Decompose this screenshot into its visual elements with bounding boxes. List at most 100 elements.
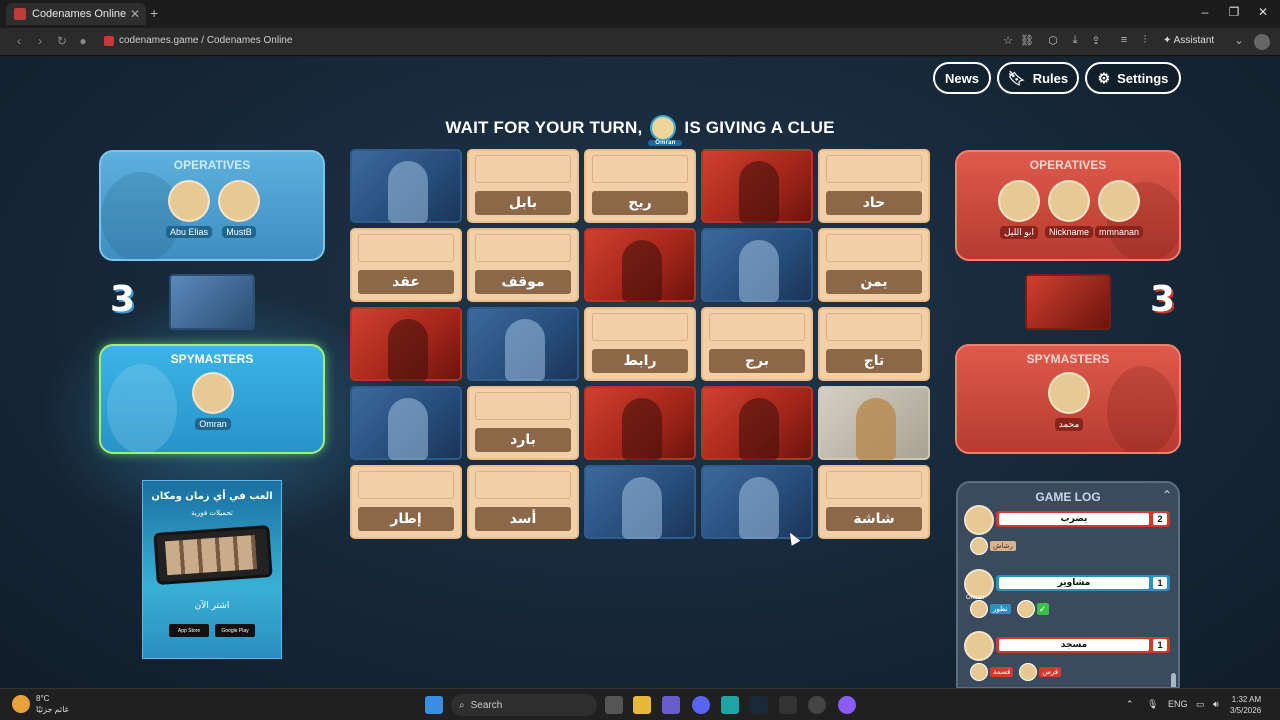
card-frame bbox=[358, 234, 454, 262]
capcut-icon[interactable] bbox=[779, 696, 797, 714]
restore-button[interactable]: ❐ bbox=[1227, 5, 1241, 19]
clue-word: يضرب bbox=[999, 513, 1149, 525]
log-scrollbar[interactable] bbox=[1171, 673, 1176, 687]
share-icon[interactable]: ⇪ bbox=[1089, 34, 1103, 47]
word-card[interactable]: أسد bbox=[467, 465, 579, 539]
player-name: MustB bbox=[222, 226, 256, 238]
mic-icon[interactable]: ● bbox=[76, 34, 90, 48]
profile-avatar[interactable] bbox=[1254, 34, 1270, 50]
revealed-card-blue[interactable] bbox=[350, 386, 462, 460]
rules-button[interactable]: 🔖︎ Rules bbox=[997, 62, 1079, 94]
log-entry: مسجد 1 bbox=[964, 631, 1172, 661]
ad-subtitle: تحميلات فورية bbox=[191, 509, 233, 517]
red-spymaster-silhouette bbox=[1107, 366, 1177, 452]
avatar bbox=[1048, 180, 1090, 222]
revealed-card-blue[interactable] bbox=[584, 465, 696, 539]
extensions-icon[interactable]: ⬡ bbox=[1046, 34, 1060, 47]
assistant-button[interactable]: ✦ Assistant bbox=[1163, 35, 1214, 46]
gear-icon: ⚙ bbox=[1097, 69, 1111, 86]
menu-lines-icon[interactable]: ≡ bbox=[1117, 34, 1131, 46]
close-tab-icon[interactable]: ✕ bbox=[130, 7, 140, 21]
avatar bbox=[1098, 180, 1140, 222]
word-card[interactable]: عقد bbox=[350, 228, 462, 302]
word-card[interactable]: بارد bbox=[467, 386, 579, 460]
close-window-button[interactable]: ✕ bbox=[1256, 5, 1270, 19]
revealed-card-red[interactable] bbox=[701, 149, 813, 223]
rules-label: Rules bbox=[1032, 70, 1069, 86]
forward-icon[interactable]: › bbox=[33, 34, 47, 48]
url-field[interactable]: codenames.game / Codenames Online bbox=[104, 35, 292, 46]
guess-word: فرس bbox=[1039, 667, 1062, 677]
volume-icon[interactable]: 🔊︎ bbox=[1213, 699, 1219, 710]
revealed-card-red[interactable] bbox=[584, 228, 696, 302]
windows-start-icon[interactable] bbox=[425, 696, 443, 714]
card-frame bbox=[826, 234, 922, 262]
browser-icon[interactable] bbox=[721, 696, 739, 714]
card-frame bbox=[475, 234, 571, 262]
revealed-card-red[interactable] bbox=[584, 386, 696, 460]
taskbar-search[interactable]: ⌕ Search bbox=[451, 694, 597, 716]
tab-title: Codenames Online bbox=[32, 8, 127, 20]
red-operative-3: mmnanan bbox=[1091, 180, 1147, 240]
browser-tab[interactable]: Codenames Online ✕ bbox=[6, 3, 146, 25]
google-play-badge[interactable]: Google Play bbox=[215, 624, 255, 637]
weather-widget[interactable]: 8°C غائم جزئيًا bbox=[12, 693, 69, 715]
revealed-card-blue[interactable] bbox=[467, 307, 579, 381]
minimize-button[interactable]: – bbox=[1198, 5, 1212, 19]
ad-headline: العب في أي زمان ومكان bbox=[151, 491, 273, 502]
word-card[interactable]: حاد bbox=[818, 149, 930, 223]
word-card[interactable]: شاشة bbox=[818, 465, 930, 539]
network-icon[interactable]: ▭ bbox=[1196, 699, 1205, 710]
red-spymasters-panel: SPYMASTERS محمد bbox=[955, 344, 1181, 454]
obs-icon[interactable] bbox=[808, 696, 826, 714]
reload-icon[interactable]: ↻ bbox=[55, 34, 69, 48]
word-card[interactable]: بابل bbox=[467, 149, 579, 223]
steam-icon[interactable] bbox=[750, 696, 768, 714]
audio-bars-icon[interactable]: ⫶ bbox=[1138, 34, 1152, 47]
task-view-icon[interactable] bbox=[605, 696, 623, 714]
settings-button[interactable]: ⚙ Settings bbox=[1085, 62, 1181, 94]
revealed-card-blue[interactable] bbox=[701, 228, 813, 302]
word-card[interactable]: يمن bbox=[818, 228, 930, 302]
search-label: Search bbox=[470, 699, 503, 711]
promo-ad[interactable]: العب في أي زمان ومكان تحميلات فورية اشتر… bbox=[142, 480, 282, 659]
revealed-card-blue[interactable] bbox=[350, 149, 462, 223]
app-icon[interactable] bbox=[838, 696, 856, 714]
app-store-badge[interactable]: App Store bbox=[169, 624, 209, 637]
card-word: حاد bbox=[826, 191, 922, 215]
agent-figure bbox=[739, 398, 779, 460]
time: 1:32 AM bbox=[1231, 695, 1262, 704]
bookmark-star-icon[interactable]: ☆ bbox=[1001, 34, 1015, 47]
microphone-icon[interactable]: 🎙︎ bbox=[1147, 699, 1158, 710]
revealed-card-assassin[interactable] bbox=[818, 386, 930, 460]
game-controller-icon[interactable] bbox=[662, 696, 680, 714]
new-tab-button[interactable]: + bbox=[150, 5, 164, 21]
clue-number: 2 bbox=[1153, 513, 1167, 525]
download-icon[interactable]: ⤓ bbox=[1068, 34, 1082, 47]
news-button[interactable]: News bbox=[933, 62, 991, 94]
word-card[interactable]: إطار bbox=[350, 465, 462, 539]
taskbar: 8°C غائم جزئيًا ⌕ Search ⌃ 🎙︎ ENG ▭ 🔊︎ 1… bbox=[0, 688, 1280, 720]
file-explorer-icon[interactable] bbox=[633, 696, 651, 714]
revealed-card-red[interactable] bbox=[701, 386, 813, 460]
back-icon[interactable]: ‹ bbox=[12, 34, 26, 48]
word-card[interactable]: رابط bbox=[584, 307, 696, 381]
word-card[interactable]: ريح bbox=[584, 149, 696, 223]
card-word: شاشة bbox=[826, 507, 922, 531]
collapse-log-icon[interactable]: ⌃ bbox=[1162, 488, 1172, 502]
chevron-down-icon[interactable]: ⌄ bbox=[1232, 34, 1246, 47]
word-card[interactable]: موقف bbox=[467, 228, 579, 302]
avatar bbox=[970, 537, 988, 555]
avatar bbox=[1019, 663, 1038, 681]
red-score: 3 bbox=[1150, 279, 1176, 320]
discord-icon[interactable] bbox=[692, 696, 710, 714]
weather-condition: غائم جزئيًا bbox=[36, 705, 69, 714]
revealed-card-red[interactable] bbox=[350, 307, 462, 381]
word-card[interactable]: تاج bbox=[818, 307, 930, 381]
tray-chevron-icon[interactable]: ⌃ bbox=[1126, 699, 1134, 710]
clock[interactable]: 1:32 AM 3/5/2026 bbox=[1230, 694, 1261, 716]
link-icon[interactable]: ⛓ bbox=[1020, 34, 1034, 47]
revealed-card-blue[interactable] bbox=[701, 465, 813, 539]
language-indicator[interactable]: ENG bbox=[1168, 699, 1188, 709]
word-card[interactable]: برج bbox=[701, 307, 813, 381]
